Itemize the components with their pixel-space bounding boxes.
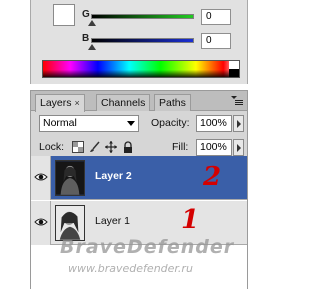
eye-icon bbox=[34, 218, 48, 226]
annotation-number-1: 1 bbox=[181, 205, 200, 235]
close-icon[interactable]: × bbox=[75, 98, 80, 108]
chevron-down-icon bbox=[127, 121, 135, 126]
panel-tab-strip: Layers × Channels Paths bbox=[31, 91, 247, 112]
opacity-input[interactable]: 100% bbox=[196, 115, 232, 132]
opacity-slider-button[interactable] bbox=[233, 115, 244, 132]
green-value-field[interactable]: 0 bbox=[201, 9, 231, 25]
layers-panel: Layers × Channels Paths Normal Opacity: 1… bbox=[30, 90, 248, 289]
fill-input[interactable]: 100% bbox=[196, 139, 232, 156]
visibility-toggle[interactable] bbox=[31, 201, 51, 245]
visibility-toggle[interactable] bbox=[31, 156, 51, 200]
layer-thumbnail bbox=[55, 160, 85, 196]
tab-paths[interactable]: Paths bbox=[154, 94, 191, 111]
black-white-swatch[interactable] bbox=[229, 61, 239, 77]
lock-label: Lock: bbox=[39, 141, 65, 153]
foreground-color-swatch[interactable] bbox=[53, 4, 75, 26]
fill-label: Fill: bbox=[172, 141, 189, 153]
green-channel-label: G bbox=[82, 9, 90, 20]
panel-menu-icon[interactable] bbox=[231, 96, 243, 106]
lock-move-icon[interactable] bbox=[105, 141, 117, 153]
green-slider-track[interactable] bbox=[91, 14, 194, 19]
fill-slider-button[interactable] bbox=[233, 139, 244, 156]
blue-value-field[interactable]: 0 bbox=[201, 33, 231, 49]
tab-paths-label: Paths bbox=[159, 97, 186, 109]
lock-transparent-icon[interactable] bbox=[72, 141, 84, 153]
blend-mode-value: Normal bbox=[43, 117, 77, 129]
blue-slider-track[interactable] bbox=[91, 38, 194, 43]
layer-row-layer-2[interactable]: Layer 2 2 bbox=[31, 156, 247, 200]
tab-layers[interactable]: Layers × bbox=[35, 94, 85, 112]
opacity-label: Opacity: bbox=[151, 117, 190, 129]
blend-mode-select[interactable]: Normal bbox=[39, 115, 139, 132]
blue-channel-label: B bbox=[82, 33, 90, 44]
blue-slider-handle[interactable] bbox=[88, 44, 96, 50]
watermark-brand: BraveDefender bbox=[60, 236, 235, 258]
color-spectrum-bar[interactable] bbox=[42, 60, 240, 78]
watermark-url: www.bravedefender.ru bbox=[68, 262, 193, 275]
annotation-number-2: 2 bbox=[203, 162, 222, 192]
tab-layers-label: Layers bbox=[40, 97, 72, 109]
layer-name[interactable]: Layer 1 bbox=[95, 215, 130, 227]
tab-channels[interactable]: Channels bbox=[96, 94, 151, 111]
lock-paint-brush-icon[interactable] bbox=[89, 141, 101, 153]
color-panel: G 0 B 0 bbox=[30, 0, 248, 84]
eye-icon bbox=[34, 173, 48, 181]
green-slider-handle[interactable] bbox=[88, 20, 96, 26]
tab-channels-label: Channels bbox=[101, 97, 146, 109]
lock-all-icon[interactable] bbox=[122, 141, 134, 153]
layer-name[interactable]: Layer 2 bbox=[95, 170, 132, 182]
